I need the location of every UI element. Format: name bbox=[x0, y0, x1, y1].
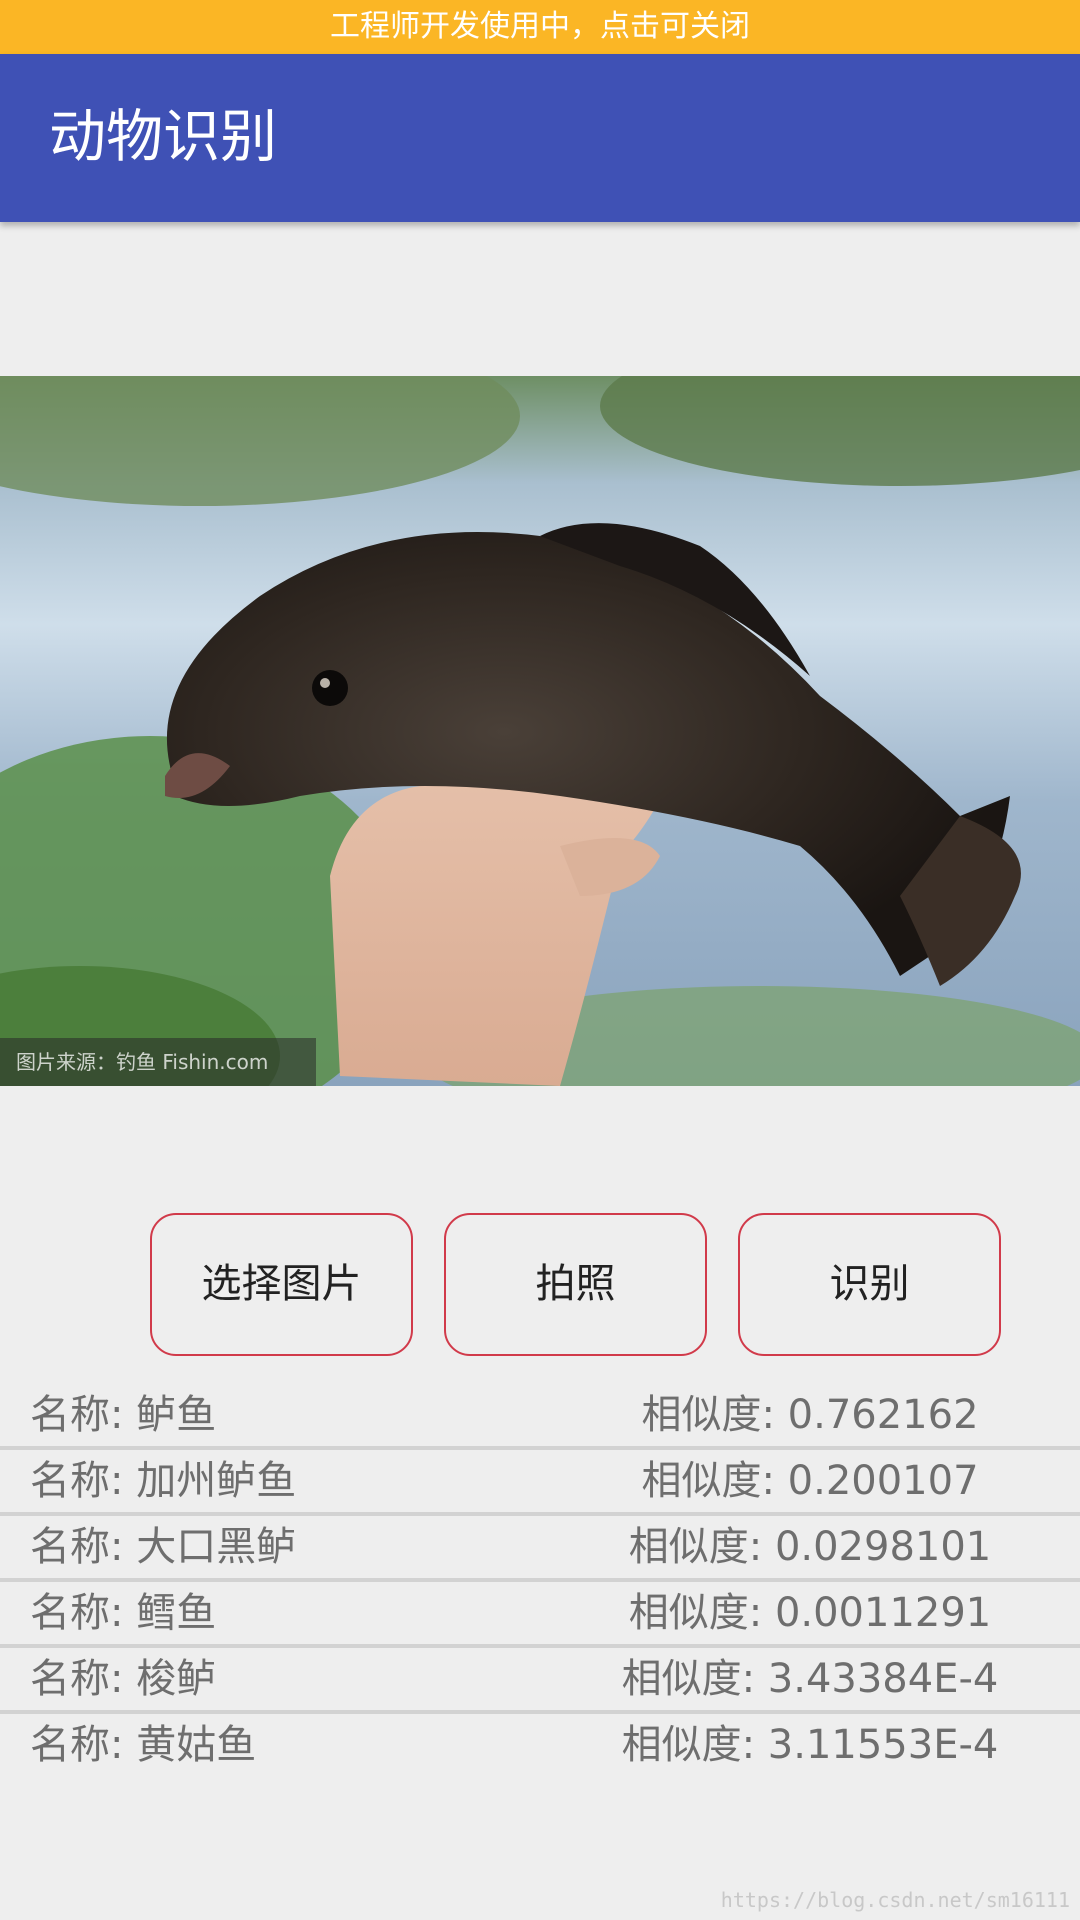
result-score: 相似度: 0.762162 bbox=[641, 1392, 979, 1438]
fish-photo-image bbox=[0, 376, 1080, 1086]
result-name: 名称: 梭鲈 bbox=[30, 1656, 217, 1702]
result-name: 名称: 加州鲈鱼 bbox=[30, 1458, 297, 1504]
result-name: 名称: 大口黑鲈 bbox=[30, 1524, 297, 1570]
result-row: 名称: 鳕鱼 相似度: 0.0011291 bbox=[0, 1582, 1080, 1648]
result-score: 相似度: 0.0011291 bbox=[628, 1590, 992, 1636]
result-row: 名称: 鲈鱼 相似度: 0.762162 bbox=[0, 1384, 1080, 1450]
result-score: 相似度: 0.200107 bbox=[641, 1458, 979, 1504]
result-name: 名称: 黄姑鱼 bbox=[30, 1722, 257, 1768]
result-name: 名称: 鳕鱼 bbox=[30, 1590, 217, 1636]
result-row: 名称: 加州鲈鱼 相似度: 0.200107 bbox=[0, 1450, 1080, 1516]
result-name: 名称: 鲈鱼 bbox=[30, 1392, 217, 1438]
result-row: 名称: 梭鲈 相似度: 3.43384E-4 bbox=[0, 1648, 1080, 1714]
result-score: 相似度: 3.11553E-4 bbox=[621, 1722, 999, 1768]
photo-watermark: 图片来源：钓鱼 Fishin.com bbox=[0, 1038, 316, 1086]
choose-image-button[interactable]: 选择图片 bbox=[150, 1213, 413, 1356]
developer-banner[interactable]: 工程师开发使用中，点击可关闭 bbox=[0, 0, 1080, 54]
recognize-button[interactable]: 识别 bbox=[738, 1213, 1001, 1356]
result-row: 名称: 黄姑鱼 相似度: 3.11553E-4 bbox=[0, 1714, 1080, 1780]
app-bar: 动物识别 bbox=[0, 54, 1080, 222]
selected-photo: 图片来源：钓鱼 Fishin.com bbox=[0, 376, 1080, 1086]
source-url-watermark: https://blog.csdn.net/sm16111 bbox=[720, 1888, 1070, 1912]
result-score: 相似度: 0.0298101 bbox=[628, 1524, 992, 1570]
result-row: 名称: 大口黑鲈 相似度: 0.0298101 bbox=[0, 1516, 1080, 1582]
take-photo-button[interactable]: 拍照 bbox=[444, 1213, 707, 1356]
app-title: 动物识别 bbox=[49, 104, 277, 170]
results-list: 名称: 鲈鱼 相似度: 0.762162 名称: 加州鲈鱼 相似度: 0.200… bbox=[0, 1384, 1080, 1780]
result-score: 相似度: 3.43384E-4 bbox=[621, 1656, 999, 1702]
